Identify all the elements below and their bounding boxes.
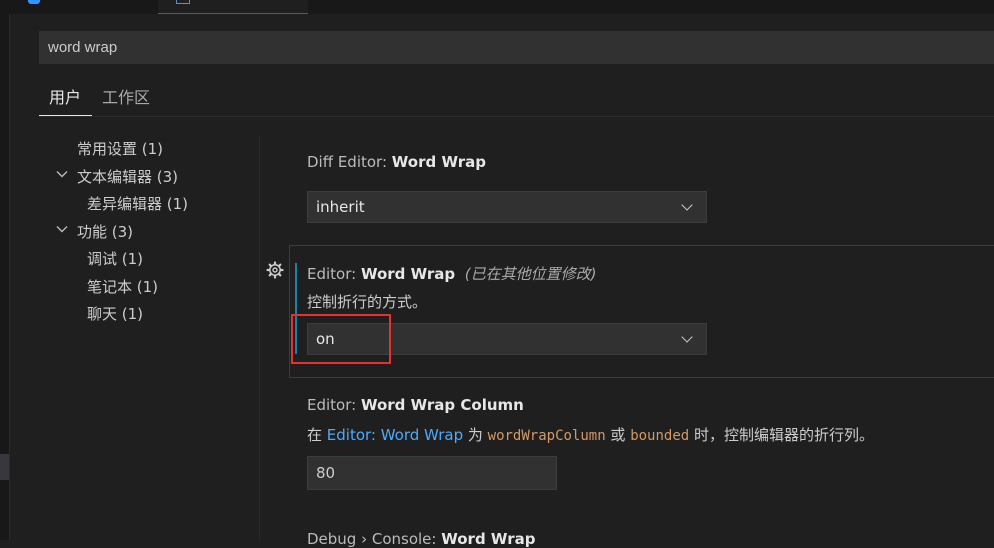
- setting-title-editor-word-wrap: Editor: Word Wrap (已在其他位置修改): [307, 263, 596, 284]
- highlight-annotation-box: [291, 314, 391, 364]
- tab-user-settings[interactable]: 用户: [49, 86, 81, 110]
- desc-text: 在: [307, 426, 327, 444]
- desc-text: 或: [605, 426, 631, 444]
- desc-text: 为: [463, 426, 488, 444]
- editor-tab-strip: [0, 0, 994, 14]
- toc-item-common[interactable]: 常用设置 (1): [77, 138, 163, 160]
- tab-indicator: [28, 0, 40, 4]
- desc-text: 时，控制编辑器的折行列。: [689, 426, 874, 444]
- settings-search-input[interactable]: word wrap: [39, 31, 994, 64]
- chevron-down-icon: [680, 192, 696, 222]
- toc-item-diff-editor[interactable]: 差异编辑器 (1): [87, 193, 188, 215]
- chevron-down-icon[interactable]: [55, 167, 69, 184]
- setting-link[interactable]: Editor: Word Wrap: [327, 426, 463, 444]
- toc-divider: [259, 135, 260, 540]
- side-panel-border: [9, 14, 10, 540]
- setting-category: Diff Editor:: [307, 153, 392, 171]
- setting-name: Word Wrap: [360, 265, 456, 283]
- toc-item-features[interactable]: 功能 (3): [77, 221, 133, 243]
- setting-category: Editor:: [307, 396, 361, 414]
- setting-name: Word Wrap: [441, 530, 536, 548]
- setting-description: 在 Editor: Word Wrap 为 wordWrapColumn 或 b…: [307, 424, 874, 445]
- toc-item-notebook[interactable]: 笔记本 (1): [87, 276, 158, 298]
- word-wrap-column-input[interactable]: 80: [307, 456, 557, 490]
- code-word-wrap-column: wordWrapColumn: [487, 428, 606, 444]
- setting-title-word-wrap-column: Editor: Word Wrap Column: [307, 396, 524, 414]
- side-panel-selected-item[interactable]: [0, 454, 9, 480]
- diff-word-wrap-select[interactable]: inherit: [307, 191, 707, 223]
- setting-name: Word Wrap: [391, 153, 486, 171]
- chevron-down-icon: [680, 324, 696, 354]
- select-value: inherit: [316, 198, 365, 216]
- modified-elsewhere-note[interactable]: (已在其他位置修改): [465, 265, 597, 283]
- settings-tab-icon: [176, 0, 190, 4]
- setting-name: Word Wrap Column: [360, 396, 524, 414]
- chevron-down-icon[interactable]: [55, 222, 69, 239]
- setting-description: 控制折行的方式。: [307, 293, 428, 311]
- tab-workspace-settings[interactable]: 工作区: [102, 86, 150, 110]
- toc-item-text-editor[interactable]: 文本编辑器 (3): [77, 166, 178, 188]
- toc-item-chat[interactable]: 聊天 (1): [87, 303, 143, 325]
- scope-tabs-divider: [39, 116, 994, 117]
- setting-title-debug-console-word-wrap: Debug › Console: Word Wrap: [307, 530, 535, 548]
- setting-category: Editor:: [307, 265, 361, 283]
- setting-title-diff-word-wrap: Diff Editor: Word Wrap: [307, 153, 486, 171]
- gear-icon[interactable]: [265, 260, 285, 280]
- setting-category: Debug › Console:: [307, 530, 442, 548]
- toc-item-debug[interactable]: 调试 (1): [87, 248, 143, 270]
- code-bounded: bounded: [630, 428, 690, 444]
